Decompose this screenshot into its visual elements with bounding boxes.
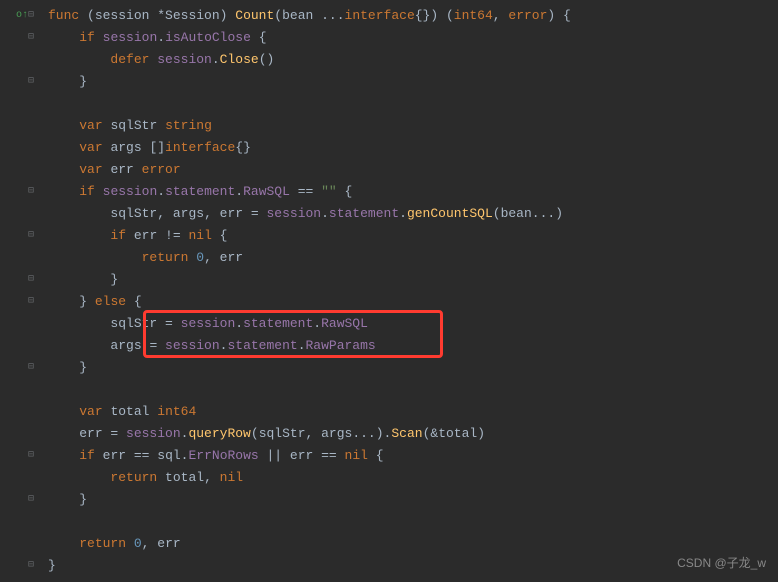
gutter-row <box>0 203 40 225</box>
fold-icon[interactable]: ⊟ <box>28 489 34 511</box>
fold-icon[interactable]: ⊟ <box>28 71 34 93</box>
code-line: if err != nil { <box>48 225 778 247</box>
code-line: func (session *Session) Count(bean ...in… <box>48 5 778 27</box>
code-line: var total int64 <box>48 401 778 423</box>
gutter-row: ⊟ <box>0 489 40 511</box>
gutter-row: ⊟ <box>0 181 40 203</box>
fold-icon[interactable]: ⊟ <box>28 5 34 27</box>
gutter-row: ⊟ <box>0 291 40 313</box>
code-line: } <box>48 489 778 511</box>
fold-icon[interactable]: ⊟ <box>28 27 34 49</box>
gutter-row <box>0 335 40 357</box>
code-line: if session.statement.RawSQL == "" { <box>48 181 778 203</box>
gutter-row <box>0 423 40 445</box>
gutter-row: ⊟ <box>0 269 40 291</box>
fold-icon[interactable]: ⊟ <box>28 225 34 247</box>
fold-icon[interactable]: ⊟ <box>28 181 34 203</box>
code-line: var sqlStr string <box>48 115 778 137</box>
code-line: } else { <box>48 291 778 313</box>
fold-icon[interactable]: ⊟ <box>28 291 34 313</box>
code-line: args = session.statement.RawParams <box>48 335 778 357</box>
gutter-row <box>0 93 40 115</box>
code-line: } <box>48 71 778 93</box>
code-line: return total, nil <box>48 467 778 489</box>
gutter-row <box>0 401 40 423</box>
code-area[interactable]: func (session *Session) Count(bean ...in… <box>40 0 778 582</box>
gutter-row <box>0 115 40 137</box>
code-line: if err == sql.ErrNoRows || err == nil { <box>48 445 778 467</box>
gutter: o↑⊟ ⊟ ⊟ ⊟ ⊟ ⊟ ⊟ ⊟ ⊟ ⊟ ⊟ <box>0 0 40 582</box>
code-line: err = session.queryRow(sqlStr, args...).… <box>48 423 778 445</box>
gutter-row: ⊟ <box>0 357 40 379</box>
gutter-row <box>0 533 40 555</box>
gutter-row <box>0 467 40 489</box>
code-line: } <box>48 269 778 291</box>
code-line <box>48 379 778 401</box>
gutter-row: ⊟ <box>0 225 40 247</box>
fold-icon[interactable]: ⊟ <box>28 555 34 577</box>
fold-icon[interactable]: ⊟ <box>28 269 34 291</box>
code-editor: o↑⊟ ⊟ ⊟ ⊟ ⊟ ⊟ ⊟ ⊟ ⊟ ⊟ ⊟ func (session *S… <box>0 0 778 582</box>
fold-icon[interactable]: ⊟ <box>28 357 34 379</box>
code-line: var args []interface{} <box>48 137 778 159</box>
code-line: sqlStr, args, err = session.statement.ge… <box>48 203 778 225</box>
gutter-row: ⊟ <box>0 71 40 93</box>
fold-icon[interactable]: ⊟ <box>28 445 34 467</box>
code-line: return 0, err <box>48 533 778 555</box>
gutter-row <box>0 313 40 335</box>
gutter-row <box>0 379 40 401</box>
gutter-row: ⊟ <box>0 445 40 467</box>
code-line: sqlStr = session.statement.RawSQL <box>48 313 778 335</box>
gutter-row <box>0 511 40 533</box>
gutter-row <box>0 49 40 71</box>
code-line <box>48 511 778 533</box>
gutter-row: o↑⊟ <box>0 5 40 27</box>
code-line <box>48 93 778 115</box>
code-line: } <box>48 555 778 577</box>
vcs-marker-icon: o↑ <box>16 5 28 27</box>
code-line: } <box>48 357 778 379</box>
gutter-row <box>0 247 40 269</box>
code-line: if session.isAutoClose { <box>48 27 778 49</box>
gutter-row: ⊟ <box>0 27 40 49</box>
code-line: defer session.Close() <box>48 49 778 71</box>
gutter-row: ⊟ <box>0 555 40 577</box>
gutter-row <box>0 159 40 181</box>
watermark: CSDN @子龙_w <box>677 552 766 574</box>
gutter-row <box>0 137 40 159</box>
code-line: var err error <box>48 159 778 181</box>
code-line: return 0, err <box>48 247 778 269</box>
